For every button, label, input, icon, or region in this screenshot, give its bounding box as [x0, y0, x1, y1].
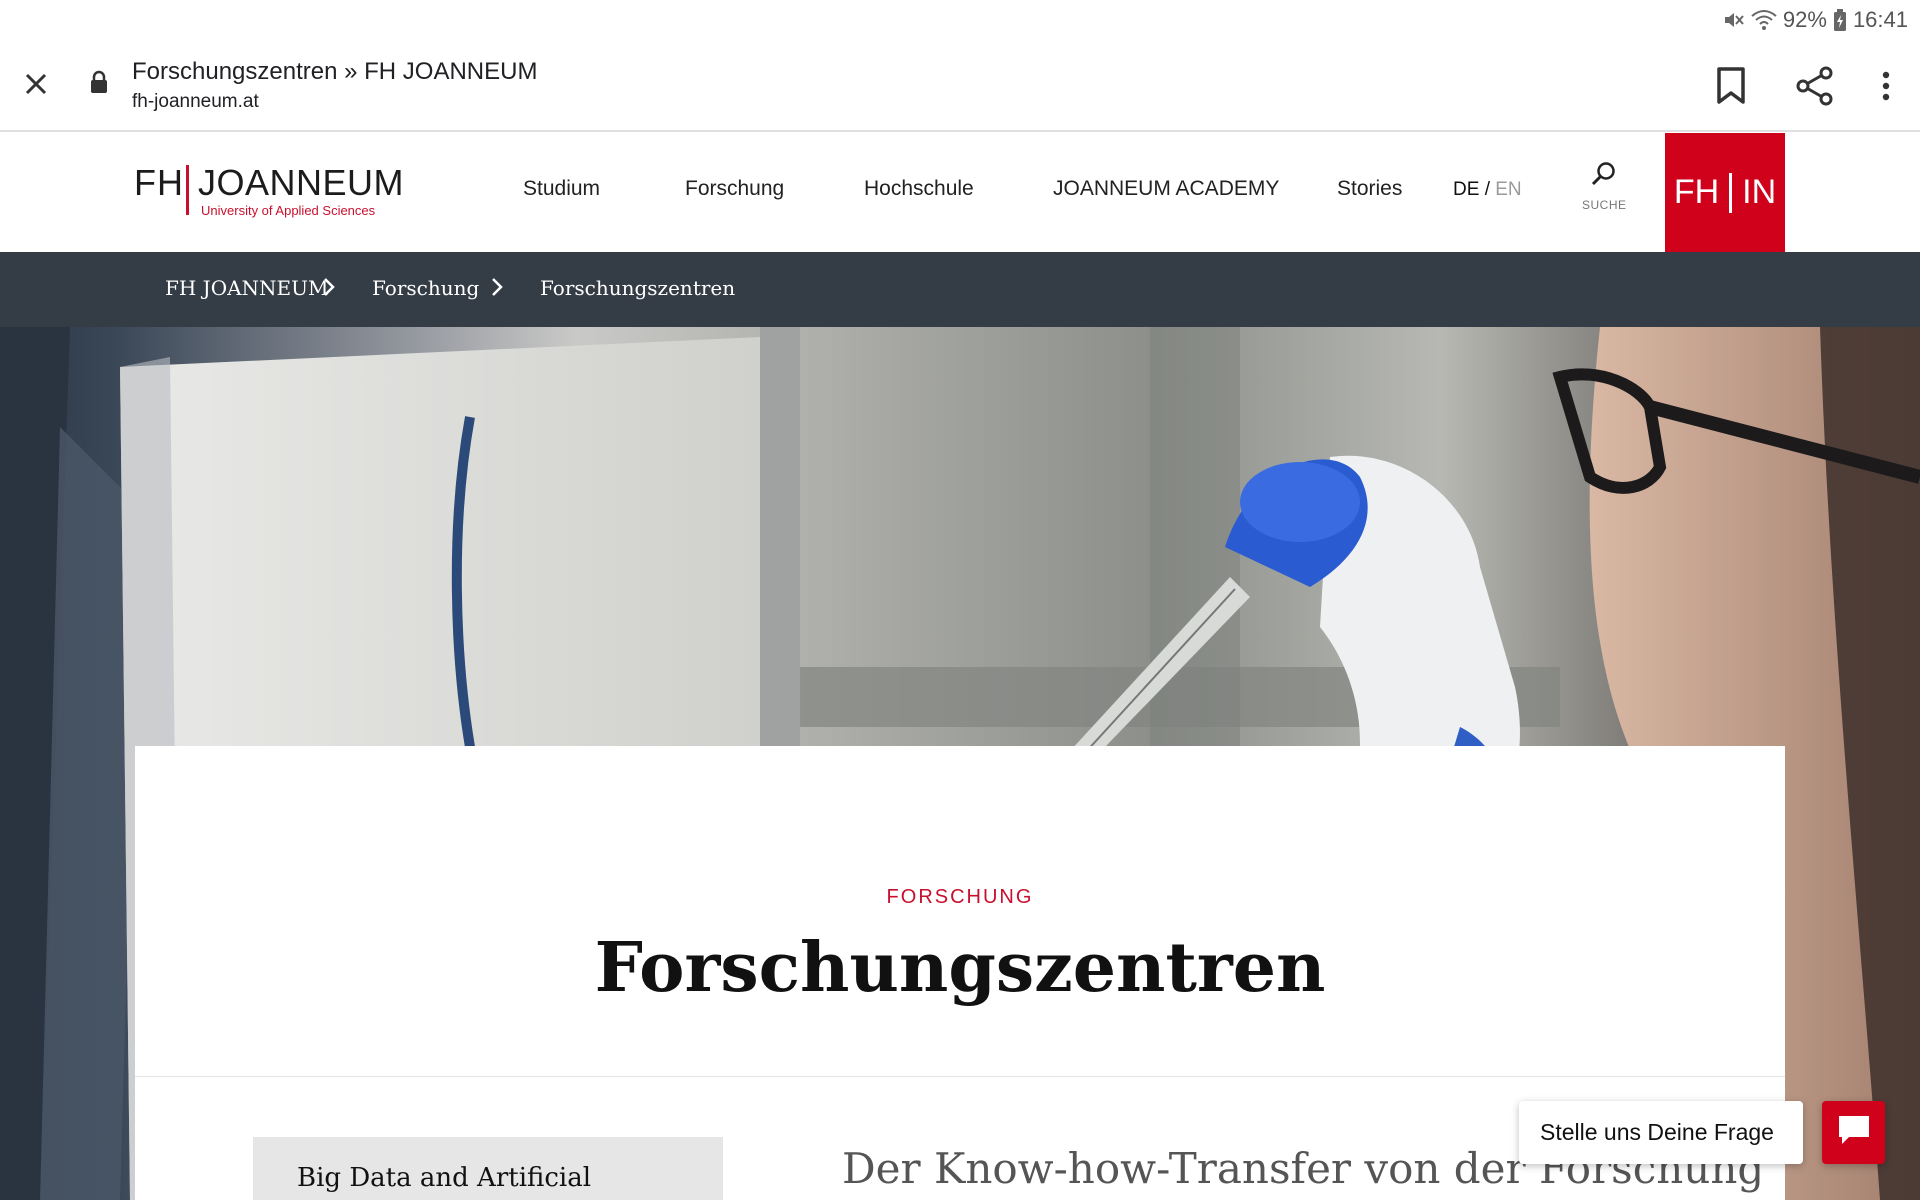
logo-fh: FH	[134, 162, 184, 203]
page-title-text: Forschungszentren » FH JOANNEUM	[132, 58, 538, 85]
breadcrumb: FH JOANNEUM Forschung Forschungszentren	[0, 252, 1920, 327]
chat-prompt[interactable]: Stelle uns Deine Frage	[1519, 1101, 1803, 1164]
nav-stories[interactable]: Stories	[1337, 177, 1402, 201]
battery-level: 92%	[1782, 7, 1827, 32]
sidebar-item-label: Big Data and Artificial	[297, 1163, 592, 1193]
breadcrumb-current: Forschungszentren	[540, 276, 736, 300]
nav-joanneum-academy[interactable]: JOANNEUM ACADEMY	[1053, 177, 1279, 201]
chat-button[interactable]	[1822, 1101, 1885, 1164]
mute-icon	[1721, 8, 1745, 32]
lang-separator: /	[1484, 179, 1490, 200]
lang-de[interactable]: DE	[1453, 179, 1479, 200]
breadcrumb-home[interactable]: FH JOANNEUM	[165, 276, 328, 300]
fhin-right: IN	[1742, 173, 1777, 211]
chevron-right-icon	[490, 277, 510, 299]
logo-tagline: University of Applied Sciences	[201, 203, 376, 218]
search-label: SUCHE	[1582, 198, 1627, 212]
nav-hochschule[interactable]: Hochschule	[864, 177, 974, 201]
language-switch: DE / EN	[1453, 179, 1522, 201]
logo-divider	[186, 165, 189, 215]
lock-icon	[90, 70, 114, 98]
wifi-icon	[1751, 9, 1777, 31]
battery-icon	[1833, 8, 1847, 32]
clock: 16:41	[1852, 7, 1908, 32]
logo-name: JOANNEUM	[198, 162, 405, 203]
nav-studium[interactable]: Studium	[523, 177, 600, 201]
lang-en[interactable]: EN	[1495, 179, 1521, 200]
browser-toolbar: Forschungszentren » FH JOANNEUM fh-joann…	[0, 40, 1920, 132]
breadcrumb-forschung[interactable]: Forschung	[372, 276, 479, 300]
site-logo[interactable]: FH JOANNEUM University of Applied Scienc…	[134, 162, 404, 219]
status-bar: 92% 16:41	[0, 0, 1920, 40]
chat-icon	[1837, 1114, 1871, 1151]
fhin-button[interactable]: FH IN	[1665, 133, 1785, 252]
search-icon	[1591, 162, 1617, 191]
chevron-right-icon	[322, 277, 342, 299]
fhin-divider	[1729, 172, 1733, 213]
page-title: Forschungszentren	[594, 928, 1326, 1008]
divider	[135, 1076, 1785, 1077]
site-header: FH JOANNEUM University of Applied Scienc…	[0, 133, 1920, 252]
more-vert-icon[interactable]	[1862, 62, 1910, 110]
search-button[interactable]: SUCHE	[1582, 161, 1626, 219]
bookmark-icon[interactable]	[1707, 62, 1755, 110]
sidebar-item-big-data[interactable]: Big Data and Artificial	[253, 1137, 723, 1200]
share-icon[interactable]	[1791, 62, 1839, 110]
close-icon[interactable]	[16, 64, 56, 104]
nav-forschung[interactable]: Forschung	[685, 177, 784, 201]
url-text[interactable]: fh-joanneum.at	[132, 91, 259, 113]
section-kicker: FORSCHUNG	[886, 886, 1034, 908]
fhin-left: FH	[1673, 173, 1720, 211]
